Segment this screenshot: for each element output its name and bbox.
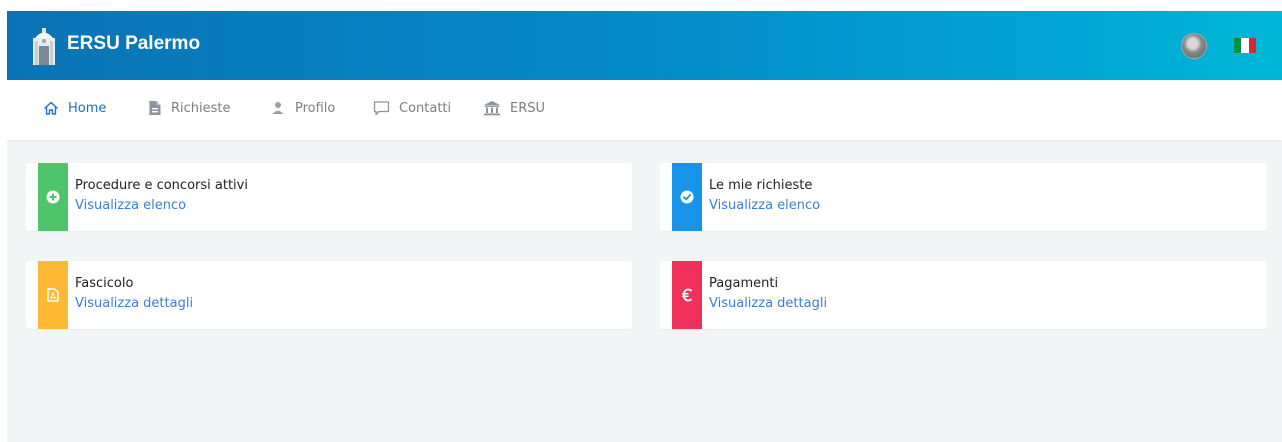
flag-stripe-red <box>1248 38 1256 53</box>
card-title: Procedure e concorsi attivi <box>75 178 248 193</box>
italian-flag-icon[interactable] <box>1234 38 1256 53</box>
nav-item-contatti[interactable]: Contatti <box>373 100 451 116</box>
chat-icon <box>373 101 390 116</box>
home-icon <box>44 101 58 115</box>
nav-item-home[interactable]: Home <box>43 100 106 116</box>
nav-item-profilo[interactable]: Profilo <box>270 100 335 116</box>
card-icon-strip <box>38 261 68 329</box>
euro-icon <box>682 288 692 302</box>
document-icon <box>149 101 161 115</box>
user-icon <box>272 102 284 114</box>
nav-label-home: Home <box>68 100 107 116</box>
pdf-file-icon <box>47 288 59 302</box>
card-icon-strip <box>672 163 702 231</box>
card-le-mie-richieste[interactable]: Le mie richieste Visualizza elenco <box>660 163 1267 231</box>
card-link-visualizza-elenco[interactable]: Visualizza elenco <box>709 198 820 213</box>
card-link-visualizza-dettagli[interactable]: Visualizza dettagli <box>75 296 193 311</box>
card-icon-strip <box>672 261 702 329</box>
card-title: Pagamenti <box>709 276 779 291</box>
flag-stripe-white <box>1241 38 1249 53</box>
card-title: Le mie richieste <box>709 178 813 193</box>
card-fascicolo[interactable]: Fascicolo Visualizza dettagli <box>26 261 632 329</box>
top-header: ERSU Palermo <box>7 11 1282 80</box>
app-title[interactable]: ERSU Palermo <box>67 33 200 55</box>
card-title: Fascicolo <box>75 276 134 291</box>
nav-label-ersu: ERSU <box>510 100 546 116</box>
plus-circle-icon <box>46 190 60 204</box>
nav-label-contatti: Contatti <box>399 100 452 116</box>
card-pagamenti[interactable]: Pagamenti Visualizza dettagli <box>660 261 1267 329</box>
institution-icon <box>484 101 500 116</box>
card-link-visualizza-dettagli[interactable]: Visualizza dettagli <box>709 296 827 311</box>
nav-item-ersu[interactable]: ERSU <box>483 100 545 116</box>
nav-item-richieste[interactable]: Richieste <box>148 100 231 116</box>
nav-label-richieste: Richieste <box>171 100 231 116</box>
check-circle-icon <box>680 190 694 204</box>
card-link-visualizza-elenco[interactable]: Visualizza elenco <box>75 198 186 213</box>
user-avatar[interactable] <box>1181 33 1207 59</box>
card-icon-strip <box>38 163 68 231</box>
nav-label-profilo: Profilo <box>295 100 336 116</box>
ersu-logo-icon[interactable] <box>32 26 56 66</box>
app-frame: ERSU Palermo Home Richieste Profilo Cont… <box>7 11 1282 442</box>
flag-stripe-green <box>1234 38 1242 53</box>
card-procedure-concorsi[interactable]: Procedure e concorsi attivi Visualizza e… <box>26 163 632 231</box>
main-navigation: Home Richieste Profilo Contatti ERSU <box>7 80 1282 140</box>
